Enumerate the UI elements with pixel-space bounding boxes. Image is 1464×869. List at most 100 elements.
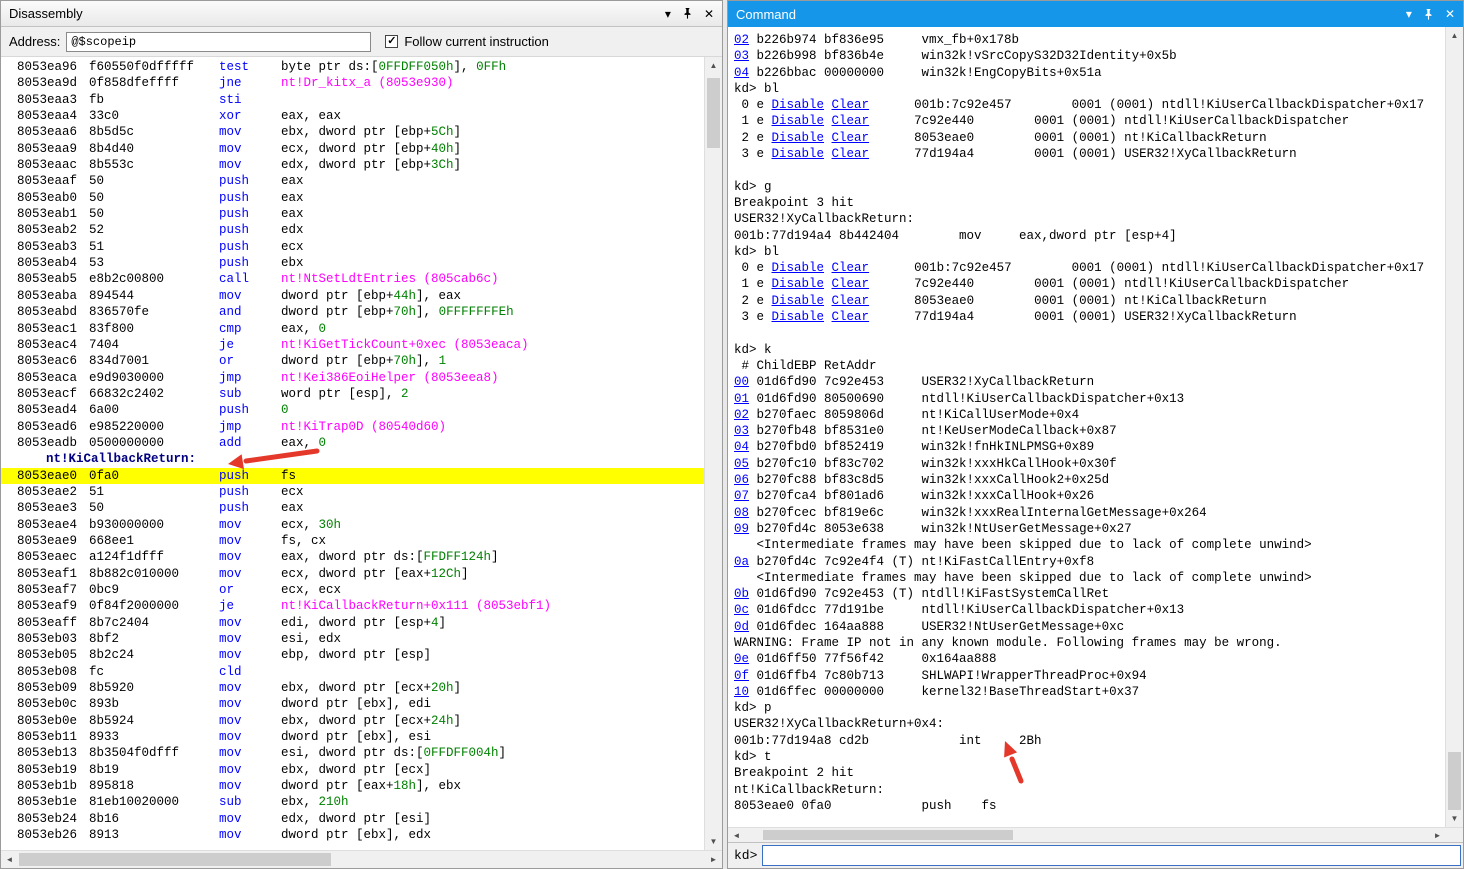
asm-row[interactable]: 8053ead6 e985220000 jmp nt!KiTrap0D (80540d… xyxy=(1,419,704,435)
asm-row[interactable]: 8053eb05 8b2c24 mov ebp, dword ptr [esp] xyxy=(1,647,704,663)
command-link[interactable]: 03 xyxy=(734,424,749,438)
scrollbar-thumb[interactable] xyxy=(707,78,720,148)
scrollbar-thumb[interactable] xyxy=(1448,752,1461,810)
command-link[interactable]: Clear xyxy=(832,147,870,161)
asm-row[interactable]: 8053eab0 50 push eax xyxy=(1,190,704,206)
asm-row[interactable]: 8053eaaf 50 push eax xyxy=(1,173,704,189)
command-horizontal-scrollbar[interactable]: ◄ ► xyxy=(728,827,1463,842)
command-input[interactable] xyxy=(762,845,1461,866)
scroll-up-icon[interactable]: ▲ xyxy=(705,57,722,74)
asm-label-row[interactable]: nt!KiCallbackReturn: xyxy=(1,451,704,467)
pin-icon[interactable] xyxy=(682,8,693,19)
command-link[interactable]: Disable xyxy=(772,131,825,145)
command-link[interactable]: 08 xyxy=(734,506,749,520)
asm-row[interactable]: 8053eab4 53 push ebx xyxy=(1,255,704,271)
command-link[interactable]: 0c xyxy=(734,603,749,617)
scrollbar-track[interactable] xyxy=(1446,44,1463,810)
scrollbar-track[interactable] xyxy=(18,851,705,868)
command-link[interactable]: Disable xyxy=(772,98,825,112)
command-titlebar[interactable]: Command ▾ ✕ xyxy=(728,1,1463,27)
asm-row[interactable]: 8053eae3 50 push eax xyxy=(1,500,704,516)
command-link[interactable]: 01 xyxy=(734,392,749,406)
command-link[interactable]: Disable xyxy=(772,147,825,161)
command-link[interactable]: Clear xyxy=(832,277,870,291)
command-link[interactable]: Disable xyxy=(772,294,825,308)
asm-row[interactable]: 8053eaba 894544 mov dword ptr [ebp+44h], ea… xyxy=(1,288,704,304)
asm-row[interactable]: 8053ea9d 0f858dfeffff jne nt!Dr_kitx_a (805… xyxy=(1,75,704,91)
asm-row[interactable]: 8053eae2 51 push ecx xyxy=(1,484,704,500)
asm-row[interactable]: 8053eb13 8b3504f0dfff mov esi, dword ptr ds… xyxy=(1,745,704,761)
command-link[interactable]: 0d xyxy=(734,620,749,634)
scroll-up-icon[interactable]: ▲ xyxy=(1446,27,1463,44)
command-link[interactable]: 05 xyxy=(734,457,749,471)
command-link[interactable]: 10 xyxy=(734,685,749,699)
asm-row[interactable]: 8053eaa4 33c0 xor eax, eax xyxy=(1,108,704,124)
asm-row[interactable]: 8053eb0e 8b5924 mov ebx, dword ptr [ecx+24h… xyxy=(1,713,704,729)
asm-row[interactable]: 8053eab3 51 push ecx xyxy=(1,239,704,255)
disassembly-vertical-scrollbar[interactable]: ▲ ▼ xyxy=(704,57,722,850)
asm-row[interactable]: 8053eb0c 893b mov dword ptr [ebx], edi xyxy=(1,696,704,712)
disassembly-titlebar[interactable]: Disassembly ▾ ✕ xyxy=(1,1,722,27)
command-link[interactable]: 09 xyxy=(734,522,749,536)
asm-row[interactable]: 8053eadb 0500000000 add eax, 0 xyxy=(1,435,704,451)
asm-row[interactable]: 8053eae0 0fa0 push fs xyxy=(1,467,704,484)
scroll-right-icon[interactable]: ► xyxy=(1429,828,1446,842)
scrollbar-track[interactable] xyxy=(745,828,1429,842)
command-link[interactable]: 02 xyxy=(734,408,749,422)
command-link[interactable]: 0a xyxy=(734,555,749,569)
command-link[interactable]: Clear xyxy=(832,131,870,145)
command-link[interactable]: 0e xyxy=(734,652,749,666)
command-link[interactable]: 07 xyxy=(734,489,749,503)
scroll-left-icon[interactable]: ◄ xyxy=(1,851,18,868)
scrollbar-track[interactable] xyxy=(705,74,722,833)
menu-chevron-icon[interactable]: ▾ xyxy=(1406,8,1412,20)
scroll-down-icon[interactable]: ▼ xyxy=(705,833,722,850)
asm-row[interactable]: 8053eaf1 8b882c010000 mov ecx, dword ptr [e… xyxy=(1,566,704,582)
asm-row[interactable]: 8053eae4 b930000000 mov ecx, 30h xyxy=(1,517,704,533)
asm-row[interactable]: 8053eab1 50 push eax xyxy=(1,206,704,222)
command-link[interactable]: 00 xyxy=(734,375,749,389)
asm-row[interactable]: 8053eaec a124f1dfff mov eax, dword ptr ds:[… xyxy=(1,549,704,565)
asm-row[interactable]: 8053eaca e9d9030000 jmp nt!Kei386EoiHelper … xyxy=(1,370,704,386)
command-link[interactable]: 06 xyxy=(734,473,749,487)
command-link[interactable]: 0b xyxy=(734,587,749,601)
asm-row[interactable]: 8053eab2 52 push edx xyxy=(1,222,704,238)
scroll-down-icon[interactable]: ▼ xyxy=(1446,810,1463,827)
asm-row[interactable]: 8053eb03 8bf2 mov esi, edx xyxy=(1,631,704,647)
command-link[interactable]: 02 xyxy=(734,33,749,47)
asm-row[interactable]: 8053eb1e 81eb10020000 sub ebx, 210h xyxy=(1,794,704,810)
follow-checkbox[interactable]: ✓ xyxy=(385,35,399,48)
command-link[interactable]: Disable xyxy=(772,114,825,128)
asm-row[interactable]: 8053eaac 8b553c mov edx, dword ptr [ebp+3Ch… xyxy=(1,157,704,173)
command-link[interactable]: Clear xyxy=(832,310,870,324)
asm-row[interactable]: 8053eb24 8b16 mov edx, dword ptr [esi] xyxy=(1,811,704,827)
asm-row[interactable]: 8053eaf7 0bc9 or ecx, ecx xyxy=(1,582,704,598)
asm-row[interactable]: 8053eb19 8b19 mov ebx, dword ptr [ecx] xyxy=(1,762,704,778)
close-icon[interactable]: ✕ xyxy=(704,8,714,20)
asm-row[interactable]: 8053eabd 836570fe and dword ptr [ebp+70h], … xyxy=(1,304,704,320)
command-link[interactable]: 0f xyxy=(734,669,749,683)
asm-row[interactable]: 8053eb09 8b5920 mov ebx, dword ptr [ecx+20h… xyxy=(1,680,704,696)
asm-row[interactable]: 8053eaa6 8b5d5c mov ebx, dword ptr [ebp+5Ch… xyxy=(1,124,704,140)
scroll-left-icon[interactable]: ◄ xyxy=(728,828,745,842)
pin-icon[interactable] xyxy=(1423,8,1434,20)
command-link[interactable]: Clear xyxy=(832,114,870,128)
scrollbar-thumb[interactable] xyxy=(763,830,1013,840)
asm-row[interactable]: 8053eb08 fc cld xyxy=(1,664,704,680)
command-link[interactable]: Disable xyxy=(772,310,825,324)
command-link[interactable]: Disable xyxy=(772,261,825,275)
asm-row[interactable]: 8053eb11 8933 mov dword ptr [ebx], esi xyxy=(1,729,704,745)
asm-row[interactable]: 8053ea96 f60550f0dfffff test byte ptr ds:[0… xyxy=(1,59,704,75)
menu-chevron-icon[interactable]: ▾ xyxy=(665,8,671,20)
command-link[interactable]: Disable xyxy=(772,277,825,291)
asm-row[interactable]: 8053eaa9 8b4d40 mov ecx, dword ptr [ebp+40h… xyxy=(1,141,704,157)
asm-row[interactable]: 8053ead4 6a00 push 0 xyxy=(1,402,704,418)
close-icon[interactable]: ✕ xyxy=(1445,8,1455,20)
asm-row[interactable]: 8053eac6 834d7001 or dword ptr [ebp+70h], 1 xyxy=(1,353,704,369)
asm-row[interactable]: 8053eb26 8913 mov dword ptr [ebx], edx xyxy=(1,827,704,843)
disassembly-horizontal-scrollbar[interactable]: ◄ ► xyxy=(1,850,722,868)
asm-row[interactable]: 8053eac1 83f800 cmp eax, 0 xyxy=(1,321,704,337)
command-link[interactable]: Clear xyxy=(832,261,870,275)
asm-row[interactable]: 8053eacf 66832c2402 sub word ptr [esp], 2 xyxy=(1,386,704,402)
asm-row[interactable]: 8053eaf9 0f84f2000000 je nt!KiCallbackRetur… xyxy=(1,598,704,614)
